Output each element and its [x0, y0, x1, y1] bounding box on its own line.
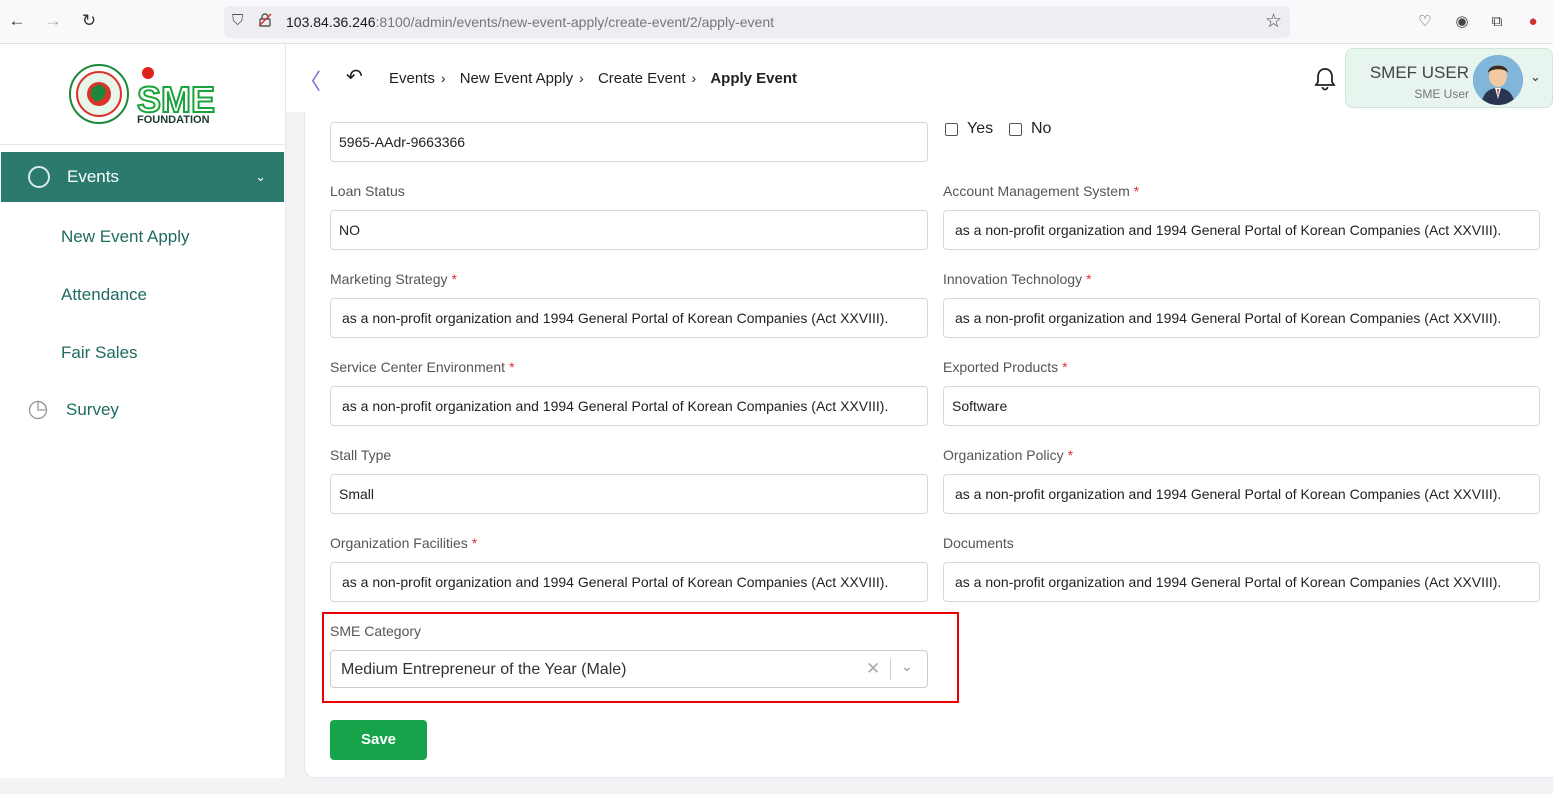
bell-icon[interactable] — [1313, 66, 1337, 92]
service-center-label: Service Center Environment * — [330, 359, 515, 375]
sidebar-item-label: Survey — [66, 400, 119, 419]
marketing-strategy-input[interactable]: as a non-profit organization and 1994 Ge… — [330, 298, 928, 338]
events-icon — [28, 166, 50, 188]
chevron-right-icon: › — [691, 70, 697, 86]
organization-facilities-label: Organization Facilities * — [330, 535, 478, 551]
collapse-sidebar-icon[interactable]: 〈 — [299, 64, 321, 96]
select-divider — [890, 659, 891, 680]
apply-event-form: 5965-AAdr-9663366 Yes No Loan Status NO … — [304, 112, 1553, 778]
stall-type-label: Stall Type — [330, 447, 392, 463]
save-button[interactable]: Save — [330, 720, 427, 760]
loan-status-label: Loan Status — [330, 183, 405, 199]
sidebar-item-attendance[interactable]: Attendance — [61, 285, 147, 305]
pie-chart-icon — [28, 400, 48, 420]
exported-products-input[interactable]: Software — [943, 386, 1540, 426]
sme-category-value: Medium Entrepreneur of the Year (Male) — [341, 661, 627, 678]
addon-icon[interactable]: ● — [1523, 12, 1543, 32]
service-center-input[interactable]: as a non-profit organization and 1994 Ge… — [330, 386, 928, 426]
logo-subtitle: FOUNDATION — [137, 114, 210, 126]
extensions-icon[interactable]: ⧉ — [1487, 12, 1507, 32]
sidebar-divider — [0, 144, 286, 145]
yes-label: Yes — [967, 120, 994, 137]
innovation-technology-label: Innovation Technology * — [943, 271, 1092, 287]
sme-category-label: SME Category — [330, 623, 422, 639]
sme-category-select[interactable]: Medium Entrepreneur of the Year (Male) ✕… — [330, 650, 928, 688]
breadcrumb-new-event-apply[interactable]: New Event Apply — [460, 70, 573, 87]
yes-checkbox[interactable] — [945, 122, 958, 136]
registration-number-input[interactable]: 5965-AAdr-9663366 — [330, 122, 928, 162]
address-bar[interactable]: ⛉ 103.84.36.246:8100/admin/events/new-ev… — [224, 6, 1290, 38]
forward-arrow-icon[interactable]: → — [42, 10, 64, 32]
breadcrumb-create-event[interactable]: Create Event — [598, 70, 686, 87]
chevron-down-icon: ⌄ — [255, 169, 266, 184]
innovation-technology-input[interactable]: as a non-profit organization and 1994 Ge… — [943, 298, 1540, 338]
browser-toolbar: ← → ↻ ⛉ 103.84.36.246:8100/admin/events/… — [0, 0, 1553, 44]
account-management-label: Account Management System * — [943, 183, 1140, 199]
url-text: 103.84.36.246:8100/admin/events/new-even… — [286, 14, 774, 30]
sidebar-item-label: Events — [67, 167, 119, 186]
chevron-right-icon: › — [579, 70, 584, 86]
reload-icon[interactable]: ↻ — [78, 10, 100, 32]
clear-icon[interactable]: ✕ — [866, 659, 880, 679]
organization-policy-label: Organization Policy * — [943, 447, 1074, 463]
user-name: SMEF USER — [1369, 63, 1469, 82]
avatar — [1473, 55, 1523, 105]
insecure-lock-icon[interactable] — [258, 13, 272, 27]
account-management-input[interactable]: as a non-profit organization and 1994 Ge… — [943, 210, 1540, 250]
no-label: No — [1031, 120, 1052, 137]
chevron-down-icon[interactable]: ⌄ — [1530, 69, 1541, 85]
sidebar-item-new-event-apply[interactable]: New Event Apply — [61, 227, 190, 247]
organization-policy-input[interactable]: as a non-profit organization and 1994 Ge… — [943, 474, 1540, 514]
documents-input[interactable]: as a non-profit organization and 1994 Ge… — [943, 562, 1540, 602]
top-header: 〈 ↶ Events › New Event Apply › Create Even… — [286, 44, 1553, 112]
undo-back-icon[interactable]: ↶ — [346, 64, 363, 89]
loan-status-input[interactable]: NO — [330, 210, 928, 250]
sidebar-item-survey[interactable]: Survey — [26, 399, 226, 423]
yes-option[interactable]: Yes — [945, 120, 993, 138]
organization-facilities-input[interactable]: as a non-profit organization and 1994 Ge… — [330, 562, 928, 602]
shield-icon[interactable]: ⛉ — [232, 12, 243, 29]
user-menu[interactable]: SMEF USER SME User ⌄ — [1345, 48, 1553, 108]
documents-label: Documents — [943, 535, 1014, 551]
no-option[interactable]: No — [1009, 120, 1051, 138]
user-role: SME User — [1414, 87, 1469, 101]
bookmark-star-icon[interactable]: ☆ — [1265, 10, 1282, 33]
sidebar-item-fair-sales[interactable]: Fair Sales — [61, 343, 138, 363]
marketing-strategy-label: Marketing Strategy * — [330, 271, 457, 287]
chevron-right-icon: › — [440, 70, 446, 86]
back-arrow-icon[interactable]: ← — [6, 10, 28, 32]
breadcrumb-apply-event: Apply Event — [710, 70, 798, 87]
breadcrumb: Events › New Event Apply › Create Event › A… — [389, 70, 801, 87]
stall-type-input[interactable]: Small — [330, 474, 928, 514]
pocket-icon[interactable]: ♡ — [1415, 12, 1435, 32]
exported-products-label: Exported Products * — [943, 359, 1068, 375]
account-icon[interactable]: ◉ — [1452, 12, 1472, 32]
breadcrumb-events[interactable]: Events — [389, 70, 435, 87]
sme-foundation-logo: SME FOUNDATION — [68, 62, 228, 128]
sidebar-item-events[interactable]: Events ⌄ — [1, 152, 284, 202]
sidebar: SME FOUNDATION Events ⌄ New Event Apply … — [0, 44, 286, 778]
no-checkbox[interactable] — [1009, 122, 1022, 136]
chevron-down-icon[interactable]: ⌄ — [901, 658, 913, 675]
